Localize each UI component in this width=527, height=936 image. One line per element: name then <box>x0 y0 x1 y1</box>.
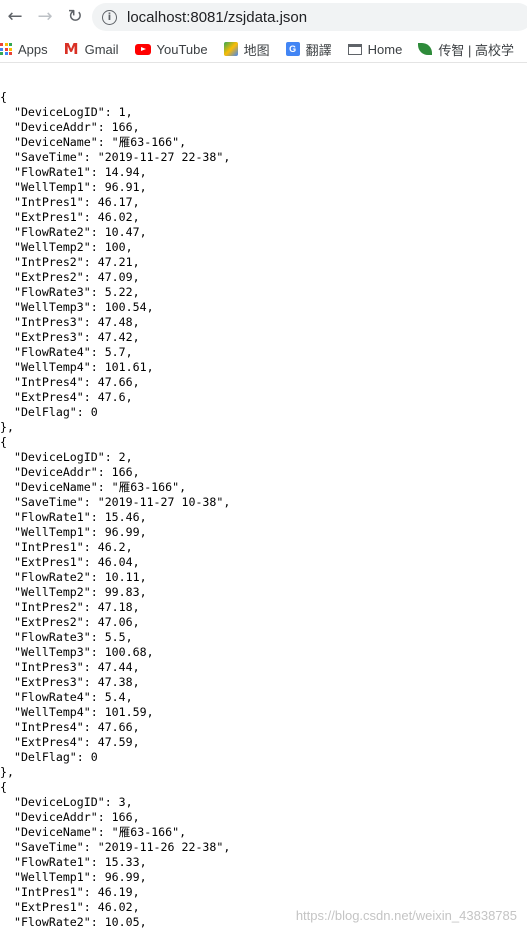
address-bar[interactable]: i localhost:8081/zsjdata.json <box>92 3 527 31</box>
browser-toolbar: ← → ↻ i localhost:8081/zsjdata.json <box>0 0 527 34</box>
json-line: "ExtPres3": 47.42, <box>0 330 140 344</box>
json-line: { <box>0 435 7 449</box>
json-line: "DeviceLogID": 1, <box>0 105 133 119</box>
json-line: "WellTemp4": 101.61, <box>0 360 154 374</box>
json-line: "ExtPres1": 46.02, <box>0 900 140 914</box>
bookmark-maps[interactable]: 地图 <box>223 40 270 59</box>
bookmark-label: YouTube <box>156 41 208 57</box>
watermark-text: https://blog.csdn.net/weixin_43838785 <box>295 908 517 923</box>
gmail-icon: M <box>63 40 79 58</box>
json-line: "FlowRate4": 5.4, <box>0 690 133 704</box>
bookmarks-bar: Apps M Gmail YouTube 地图 G 翻譯 Home 传智 | 高… <box>0 36 527 63</box>
json-line: "FlowRate1": 15.46, <box>0 510 147 524</box>
json-line: "WellTemp1": 96.99, <box>0 525 147 539</box>
json-line: "DelFlag": 0 <box>0 750 98 764</box>
reload-icon[interactable]: ↻ <box>64 6 86 28</box>
bookmark-label: Gmail <box>84 41 119 57</box>
json-line: "FlowRate1": 14.94, <box>0 165 147 179</box>
json-line: "IntPres2": 47.21, <box>0 255 140 269</box>
bookmark-home[interactable]: Home <box>347 41 403 57</box>
json-line: "DeviceAddr": 166, <box>0 120 140 134</box>
bookmark-label: Apps <box>18 41 48 57</box>
json-line: "FlowRate4": 5.7, <box>0 345 133 359</box>
json-line: "SaveTime": "2019-11-26 22-38", <box>0 840 231 854</box>
json-line: "FlowRate1": 15.33, <box>0 855 147 869</box>
back-arrow-icon[interactable]: ← <box>4 6 26 28</box>
json-line: "ExtPres3": 47.38, <box>0 675 140 689</box>
json-line: "IntPres1": 46.19, <box>0 885 140 899</box>
json-line: "IntPres2": 47.18, <box>0 600 140 614</box>
json-line: "ExtPres4": 47.59, <box>0 735 140 749</box>
window-icon <box>347 43 362 55</box>
youtube-icon <box>134 43 151 55</box>
leaf-icon <box>418 43 433 55</box>
maps-icon <box>223 42 238 56</box>
json-line: "IntPres1": 46.17, <box>0 195 140 209</box>
json-line: "DelFlag": 0 <box>0 405 98 419</box>
bookmark-label: 地图 <box>243 42 270 58</box>
apps-grid-icon <box>0 43 12 55</box>
json-line: "DeviceAddr": 166, <box>0 810 140 824</box>
json-line: "IntPres3": 47.48, <box>0 315 140 329</box>
json-line: "DeviceLogID": 2, <box>0 450 133 464</box>
json-line: { <box>0 780 7 794</box>
json-line: "FlowRate2": 10.11, <box>0 570 147 584</box>
json-line: "IntPres4": 47.66, <box>0 720 140 734</box>
json-line: "WellTemp2": 99.83, <box>0 585 147 599</box>
bookmark-youtube[interactable]: YouTube <box>134 41 208 57</box>
json-line: "FlowRate3": 5.5, <box>0 630 133 644</box>
bookmark-label: 传智 | 高校学 <box>438 42 514 58</box>
json-line: "DeviceLogID": 3, <box>0 795 133 809</box>
json-line: }, <box>0 765 14 779</box>
json-line: "WellTemp2": 100, <box>0 240 133 254</box>
json-line: "IntPres4": 47.66, <box>0 375 140 389</box>
bookmark-label: Home <box>367 41 403 57</box>
translate-icon: G <box>285 42 300 56</box>
json-line: "WellTemp1": 96.99, <box>0 870 147 884</box>
json-line: "WellTemp3": 100.54, <box>0 300 154 314</box>
info-icon[interactable]: i <box>102 9 117 25</box>
json-line: }, <box>0 420 14 434</box>
json-line: { <box>0 90 7 104</box>
url-text[interactable]: localhost:8081/zsjdata.json <box>127 9 307 26</box>
json-line: "FlowRate3": 5.22, <box>0 285 140 299</box>
json-line: "ExtPres2": 47.09, <box>0 270 140 284</box>
json-line: "IntPres1": 46.2, <box>0 540 133 554</box>
json-line: "DeviceName": "雁63-166", <box>0 825 187 839</box>
forward-arrow-icon[interactable]: → <box>34 6 56 28</box>
json-line: "DeviceAddr": 166, <box>0 465 140 479</box>
bookmark-translate[interactable]: G 翻譯 <box>285 40 332 59</box>
json-content: { "DeviceLogID": 1, "DeviceAddr": 166, "… <box>0 90 230 930</box>
json-line: "DeviceName": "雁63-166", <box>0 135 187 149</box>
bookmark-gmail[interactable]: M Gmail <box>64 40 119 58</box>
json-line: "DeviceName": "雁63-166", <box>0 480 187 494</box>
json-line: "FlowRate2": 10.05, <box>0 915 147 929</box>
json-line: "SaveTime": "2019-11-27 10-38", <box>0 495 231 509</box>
json-line: "ExtPres1": 46.02, <box>0 210 140 224</box>
json-line: "ExtPres2": 47.06, <box>0 615 140 629</box>
json-line: "ExtPres4": 47.6, <box>0 390 133 404</box>
bookmark-chuanzhi[interactable]: 传智 | 高校学 <box>418 40 514 59</box>
bookmark-apps[interactable]: Apps <box>0 42 48 57</box>
json-line: "WellTemp3": 100.68, <box>0 645 154 659</box>
json-line: "WellTemp1": 96.91, <box>0 180 147 194</box>
json-line: "FlowRate2": 10.47, <box>0 225 147 239</box>
bookmark-label: 翻譯 <box>305 42 332 58</box>
json-line: "SaveTime": "2019-11-27 22-38", <box>0 150 231 164</box>
json-line: "WellTemp4": 101.59, <box>0 705 154 719</box>
json-line: "IntPres3": 47.44, <box>0 660 140 674</box>
json-line: "ExtPres1": 46.04, <box>0 555 140 569</box>
